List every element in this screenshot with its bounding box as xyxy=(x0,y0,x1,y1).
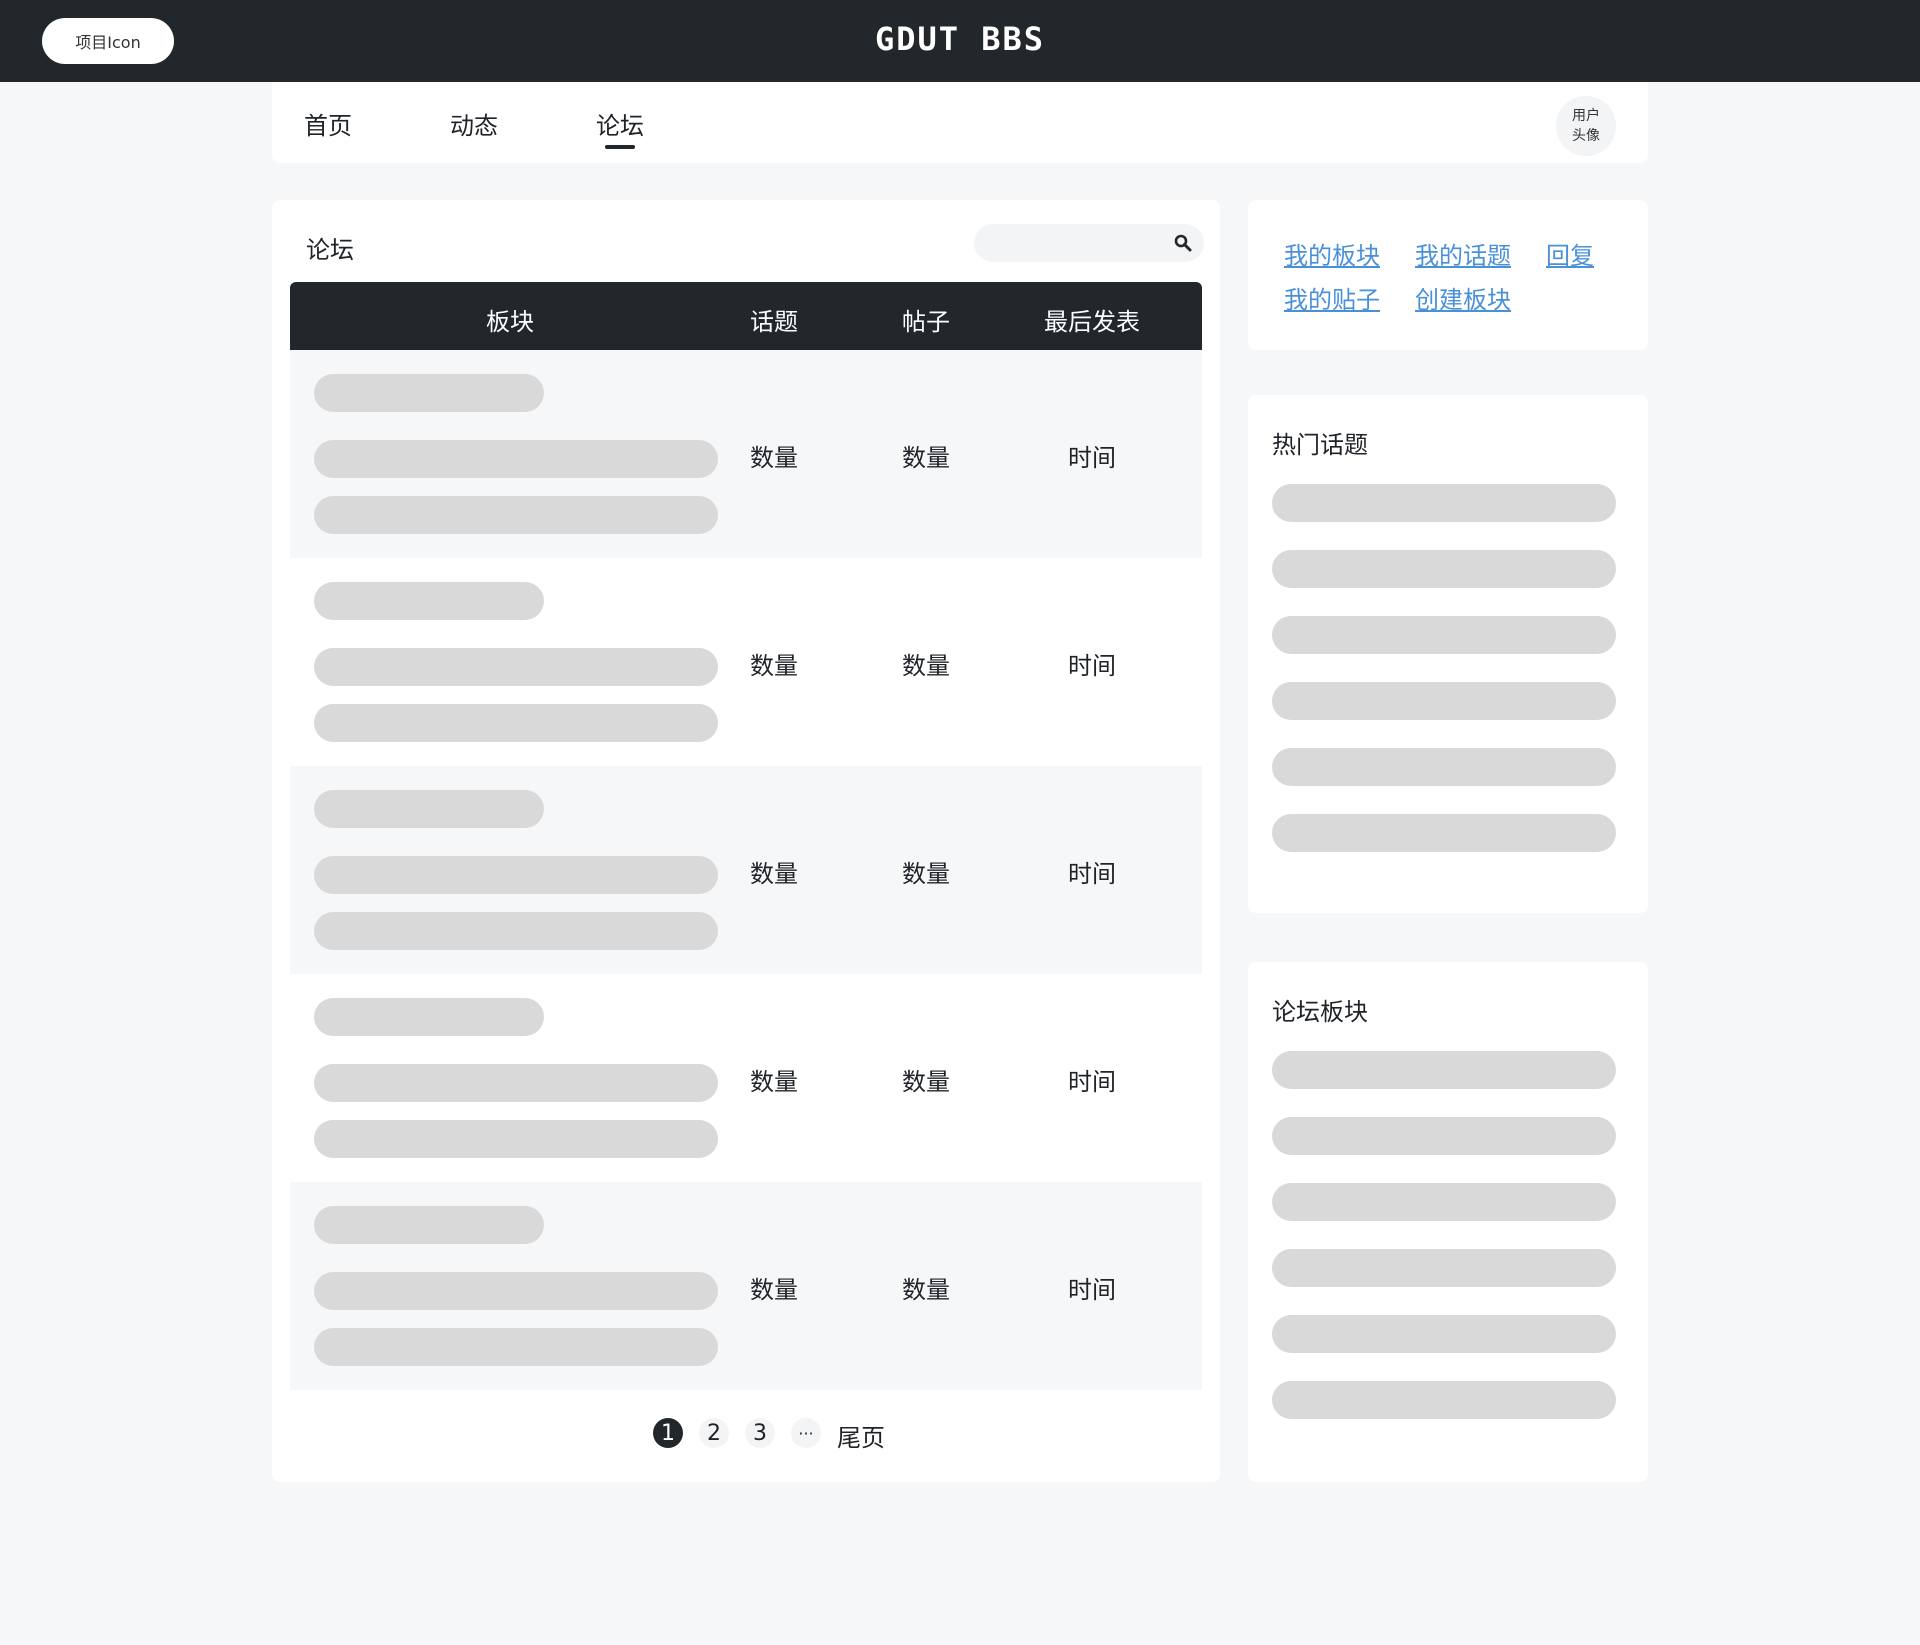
top-bar: 项目Icon GDUT BBS xyxy=(0,0,1920,82)
board-name-placeholder xyxy=(314,998,544,1036)
forum-board-placeholder[interactable] xyxy=(1272,1249,1616,1287)
post-count: 数量 xyxy=(902,444,950,472)
hot-topic-placeholder[interactable] xyxy=(1272,814,1616,852)
search-input[interactable] xyxy=(990,224,1170,262)
user-avatar[interactable]: 用户头像 xyxy=(1556,96,1616,156)
hot-topic-placeholder[interactable] xyxy=(1272,484,1616,522)
forum-table-header: 板块 话题 帖子 最后发表 xyxy=(290,282,1202,350)
post-count: 数量 xyxy=(902,1068,950,1096)
board-description-placeholder xyxy=(314,648,718,686)
page-ellipsis[interactable]: ··· xyxy=(791,1418,821,1448)
board-description-placeholder xyxy=(314,856,718,894)
last-post-time: 时间 xyxy=(1068,444,1116,472)
column-header-board: 板块 xyxy=(486,308,534,336)
board-description-placeholder xyxy=(314,704,718,742)
column-header-posts: 帖子 xyxy=(902,308,950,336)
topic-count: 数量 xyxy=(750,444,798,472)
forum-board-placeholder[interactable] xyxy=(1272,1117,1616,1155)
board-name-placeholder xyxy=(314,374,544,412)
link-my-boards[interactable]: 我的板块 xyxy=(1284,236,1380,271)
board-name-placeholder xyxy=(314,1206,544,1244)
page-button-2[interactable]: 2 xyxy=(699,1418,729,1448)
link-my-posts[interactable]: 我的贴子 xyxy=(1284,280,1380,315)
forum-panel: 论坛 板块 话题 帖子 最后发表 数量 数量 时间 数量 数量 时间 数量 数量… xyxy=(272,200,1220,1482)
forum-title: 论坛 xyxy=(306,236,354,264)
board-description-placeholder xyxy=(314,1272,718,1310)
forum-table-row[interactable]: 数量 数量 时间 xyxy=(290,350,1202,558)
site-title: GDUT BBS xyxy=(874,20,1046,58)
hot-topic-placeholder[interactable] xyxy=(1272,616,1616,654)
last-post-time: 时间 xyxy=(1068,1068,1116,1096)
forum-board-placeholder[interactable] xyxy=(1272,1051,1616,1089)
last-post-time: 时间 xyxy=(1068,1276,1116,1304)
nav-item-activity[interactable]: 动态 xyxy=(450,106,498,141)
hot-topics-title: 热门话题 xyxy=(1272,431,1368,459)
link-create-board[interactable]: 创建板块 xyxy=(1415,280,1511,315)
page-button-3[interactable]: 3 xyxy=(745,1418,775,1448)
pagination: 1 2 3 ··· 尾页 xyxy=(272,1418,1220,1454)
main-nav: 首页 动态 论坛 用户头像 xyxy=(272,82,1648,163)
search-icon[interactable] xyxy=(1174,234,1192,252)
post-count: 数量 xyxy=(902,1276,950,1304)
board-description-placeholder xyxy=(314,1120,718,1158)
page-button-1[interactable]: 1 xyxy=(653,1418,683,1448)
forum-board-placeholder[interactable] xyxy=(1272,1183,1616,1221)
board-description-placeholder xyxy=(314,496,718,534)
last-page-link[interactable]: 尾页 xyxy=(837,1418,885,1453)
forum-board-placeholder[interactable] xyxy=(1272,1381,1616,1419)
forum-table-row[interactable]: 数量 数量 时间 xyxy=(290,1182,1202,1390)
board-name-placeholder xyxy=(314,582,544,620)
hot-topic-placeholder[interactable] xyxy=(1272,682,1616,720)
forum-boards-panel: 论坛板块 xyxy=(1248,962,1648,1482)
board-description-placeholder xyxy=(314,1064,718,1102)
nav-item-forum[interactable]: 论坛 xyxy=(596,106,644,141)
project-icon-button[interactable]: 项目Icon xyxy=(42,18,174,64)
forum-board-placeholder[interactable] xyxy=(1272,1315,1616,1353)
topic-count: 数量 xyxy=(750,860,798,888)
last-post-time: 时间 xyxy=(1068,652,1116,680)
forum-boards-title: 论坛板块 xyxy=(1272,998,1368,1026)
board-description-placeholder xyxy=(314,912,718,950)
column-header-last-post: 最后发表 xyxy=(1044,308,1140,336)
link-my-topics[interactable]: 我的话题 xyxy=(1415,236,1511,271)
post-count: 数量 xyxy=(902,860,950,888)
last-post-time: 时间 xyxy=(1068,860,1116,888)
hot-topic-placeholder[interactable] xyxy=(1272,748,1616,786)
board-description-placeholder xyxy=(314,440,718,478)
forum-table-row[interactable]: 数量 数量 时间 xyxy=(290,558,1202,766)
quick-links-panel: 我的板块 我的话题 回复 我的贴子 创建板块 xyxy=(1248,200,1648,350)
hot-topics-panel: 热门话题 xyxy=(1248,395,1648,913)
search-box xyxy=(974,224,1204,262)
topic-count: 数量 xyxy=(750,1276,798,1304)
post-count: 数量 xyxy=(902,652,950,680)
forum-table-row[interactable]: 数量 数量 时间 xyxy=(290,766,1202,974)
forum-table-row[interactable]: 数量 数量 时间 xyxy=(290,974,1202,1182)
board-name-placeholder xyxy=(314,790,544,828)
hot-topic-placeholder[interactable] xyxy=(1272,550,1616,588)
board-description-placeholder xyxy=(314,1328,718,1366)
link-replies[interactable]: 回复 xyxy=(1546,236,1594,271)
nav-item-home[interactable]: 首页 xyxy=(304,106,352,141)
active-tab-indicator xyxy=(605,145,635,149)
topic-count: 数量 xyxy=(750,652,798,680)
column-header-topics: 话题 xyxy=(750,308,798,336)
topic-count: 数量 xyxy=(750,1068,798,1096)
